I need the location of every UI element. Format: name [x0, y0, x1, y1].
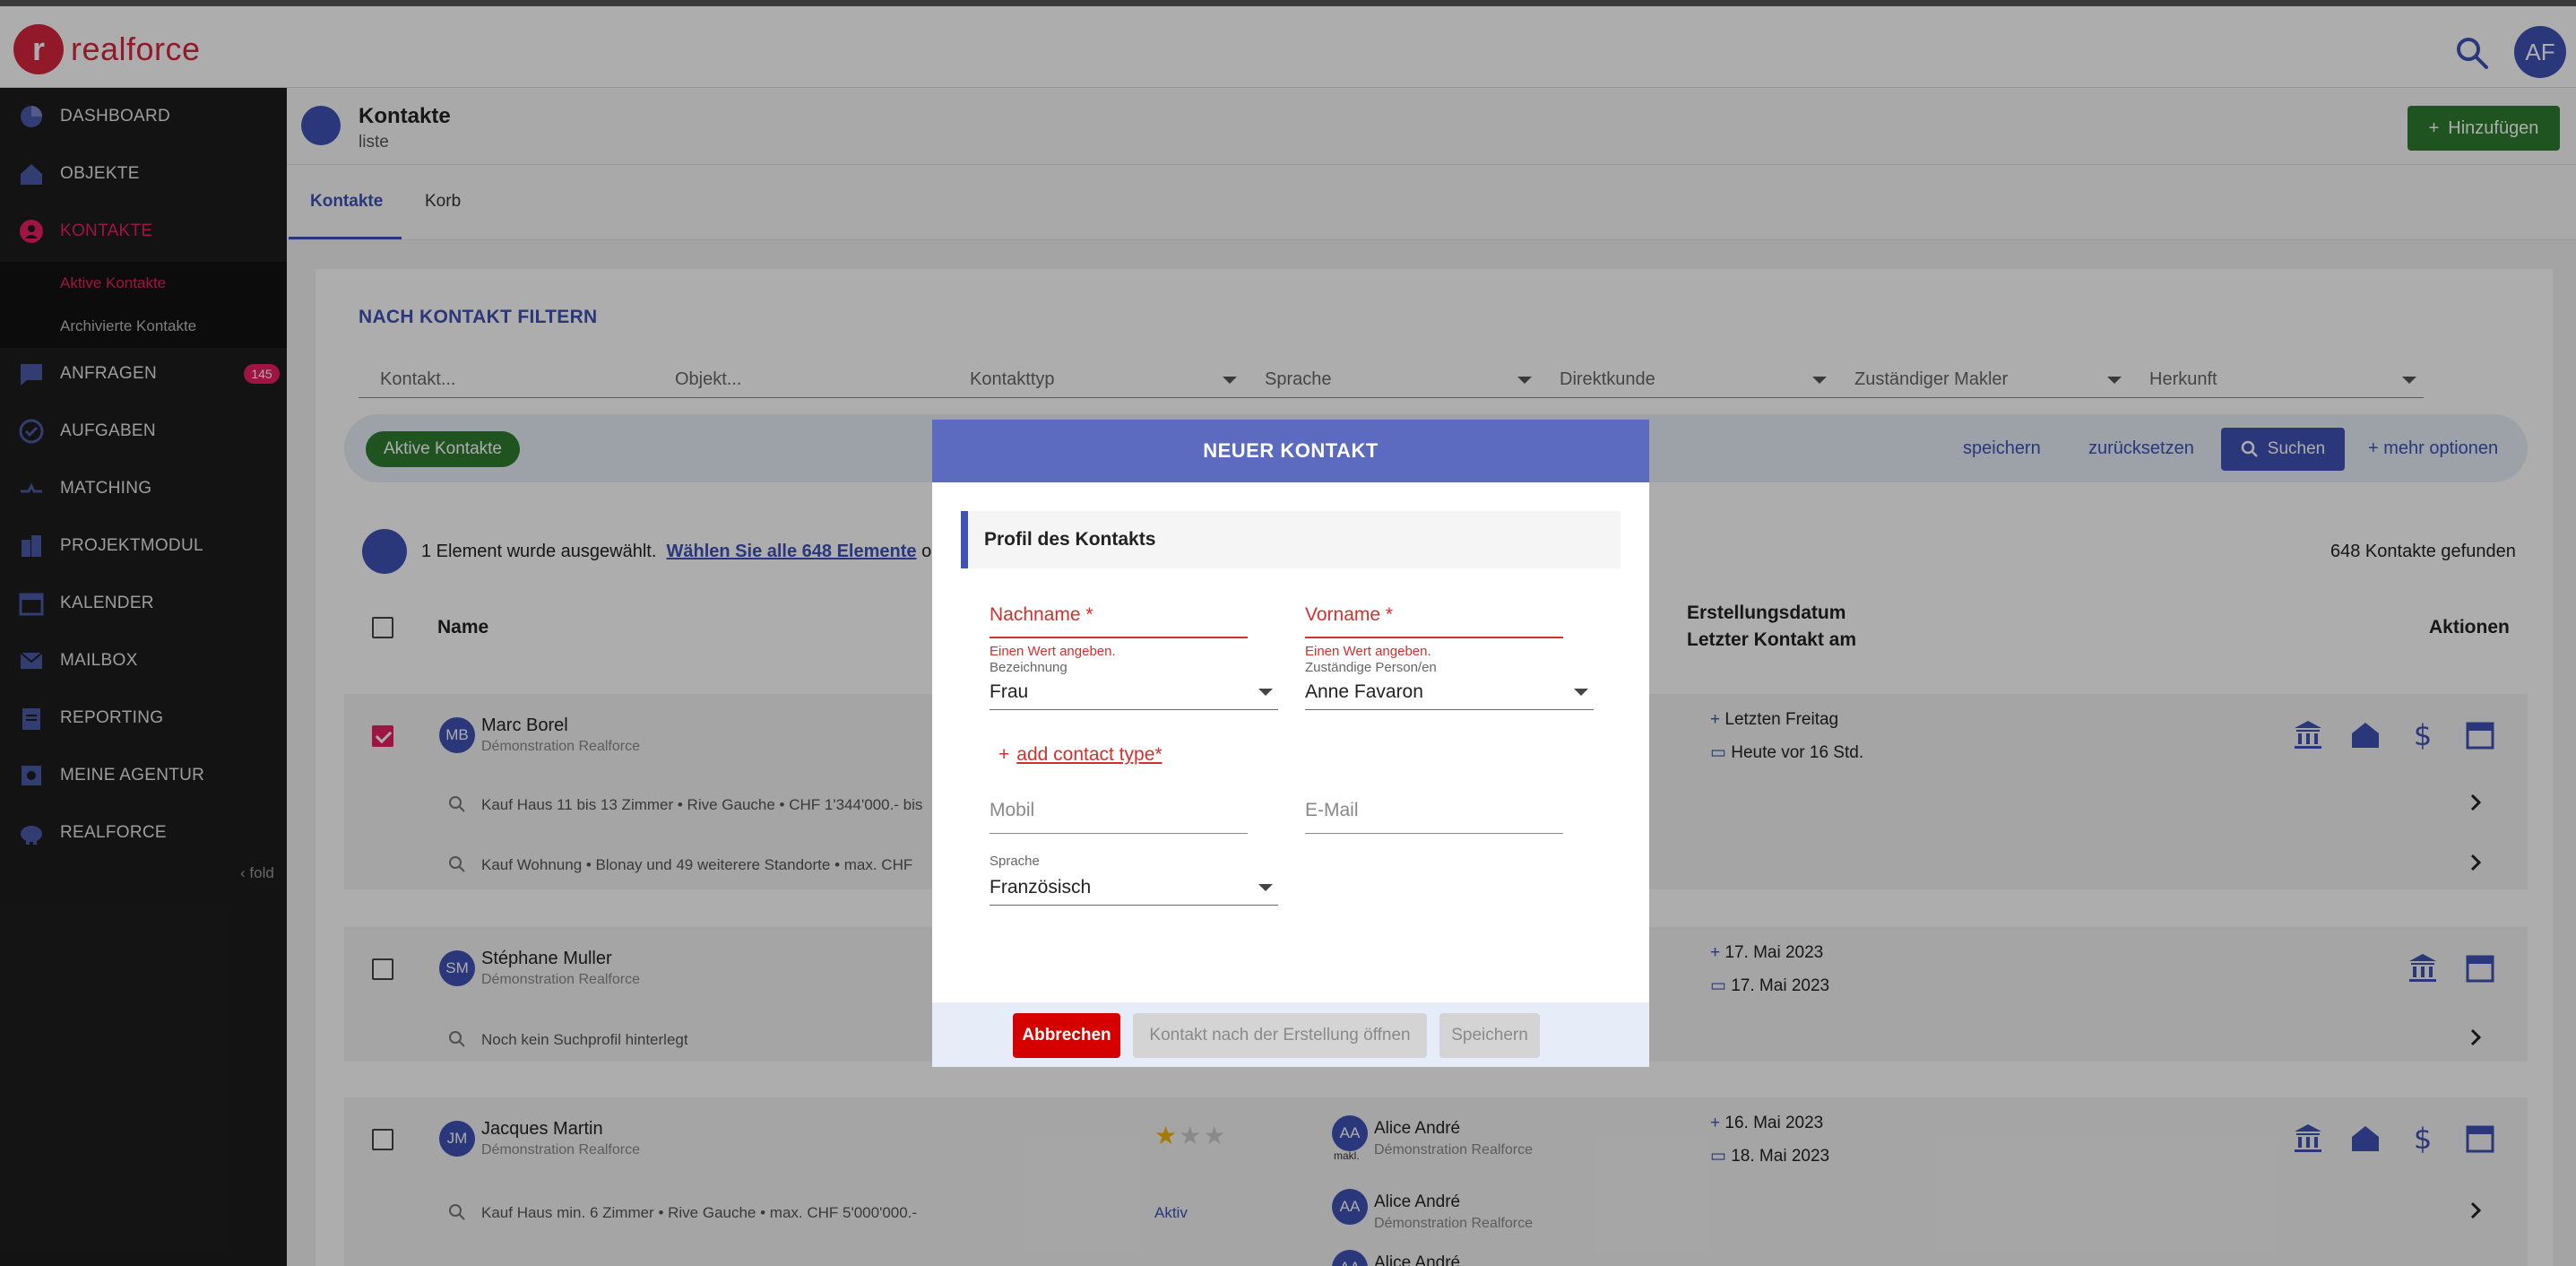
section-title: Profil des Kontakts	[984, 529, 1156, 550]
responsible-person-select[interactable]: Anne Favaron	[1305, 674, 1594, 710]
lastname-input[interactable]: Nachname *	[990, 599, 1248, 638]
mobile-placeholder: Mobil	[990, 800, 1035, 820]
lastname-error: Einen Wert angeben.	[990, 644, 1116, 659]
new-contact-dialog: NEUER KONTAKT Profil des Kontakts Nachna…	[932, 420, 1649, 1067]
cancel-button[interactable]: Abbrechen	[1013, 1013, 1120, 1058]
add-contact-type-link[interactable]: + add contact type*	[998, 744, 1163, 766]
save-button[interactable]: Speichern	[1439, 1013, 1540, 1058]
salutation-value: Frau	[990, 681, 1029, 702]
firstname-input[interactable]: Vorname *	[1305, 599, 1563, 638]
responsible-person-value: Anne Favaron	[1305, 681, 1423, 702]
add-contact-type-label: add contact type*	[1016, 744, 1163, 765]
chevron-down-icon	[1258, 689, 1273, 696]
firstname-error: Einen Wert angeben.	[1305, 644, 1431, 659]
salutation-label: Bezeichnung	[990, 660, 1068, 675]
lastname-placeholder: Nachname *	[990, 604, 1094, 625]
dialog-title: NEUER KONTAKT	[932, 420, 1649, 482]
profile-section-header: Profil des Kontakts	[961, 511, 1621, 568]
mobile-input[interactable]: Mobil	[990, 794, 1248, 834]
language-select[interactable]: Französisch	[990, 870, 1278, 906]
firstname-placeholder: Vorname *	[1305, 604, 1394, 625]
email-input[interactable]: E-Mail	[1305, 794, 1563, 834]
responsible-person-label: Zuständige Person/en	[1305, 660, 1437, 675]
chevron-down-icon	[1258, 884, 1273, 891]
language-label: Sprache	[990, 854, 1040, 869]
language-value: Französisch	[990, 877, 1092, 897]
plus-icon: +	[998, 744, 1010, 765]
chevron-down-icon	[1574, 689, 1588, 696]
open-after-create-button[interactable]: Kontakt nach der Erstellung öffnen	[1133, 1013, 1427, 1058]
salutation-select[interactable]: Frau	[990, 674, 1278, 710]
email-placeholder: E-Mail	[1305, 800, 1359, 820]
